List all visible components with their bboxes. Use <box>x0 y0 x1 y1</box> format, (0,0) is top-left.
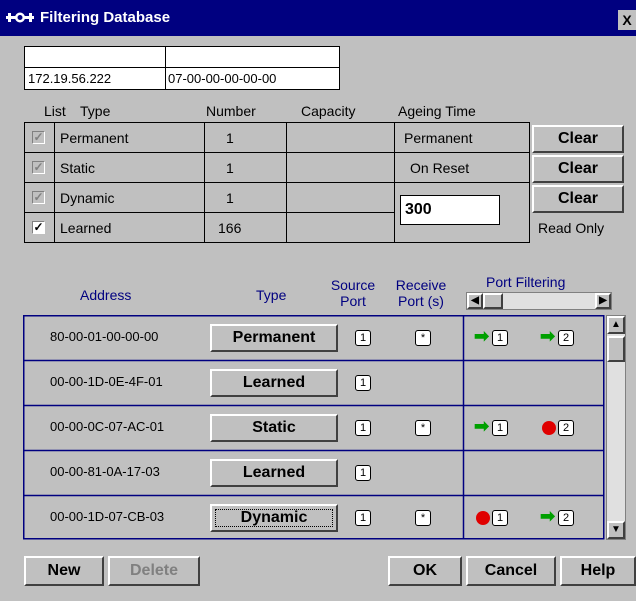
filter-port-box: 2 <box>558 330 574 346</box>
row-address: 00-00-81-0A-17-03 <box>50 464 160 479</box>
row-address: 00-00-1D-07-CB-03 <box>50 509 165 524</box>
row-address: 80-00-01-00-00-00 <box>50 329 159 344</box>
summary-ageing-static: On Reset <box>410 160 470 176</box>
row-address: 00-00-0C-07-AC-01 <box>50 419 165 434</box>
window-title: Filtering Database <box>40 9 171 26</box>
port-filtering-header: Port Filtering <box>486 274 566 290</box>
type-button-dynamic[interactable]: Dynamic <box>210 504 338 532</box>
summary-type-learned: Learned <box>60 220 112 236</box>
vscroll-thumb[interactable] <box>607 336 625 362</box>
receive-port-box: * <box>415 510 431 526</box>
port-filtering-hscroll[interactable]: ◀ ▶ <box>466 292 612 310</box>
green-arrow-icon[interactable]: ➡ <box>540 506 555 527</box>
clear-static-button[interactable]: Clear <box>532 155 624 183</box>
source-port-box: 1 <box>355 465 371 481</box>
list-checkbox-learned[interactable]: ✓ <box>32 221 45 234</box>
green-arrow-icon[interactable]: ➡ <box>540 326 555 347</box>
scroll-up-button[interactable]: ▲ <box>607 316 625 334</box>
device-info-box: 172.19.56.222 07-00-00-00-00-00 <box>24 46 340 90</box>
type-button-learned[interactable]: Learned <box>210 369 338 397</box>
new-button[interactable]: New <box>24 556 104 586</box>
summary-type-dynamic: Dynamic <box>60 190 115 206</box>
source-port-box: 1 <box>355 510 371 526</box>
delete-button[interactable]: Delete <box>108 556 200 586</box>
close-button[interactable]: X <box>618 10 636 30</box>
scroll-left-button[interactable]: ◀ <box>467 293 483 309</box>
type-button-static[interactable]: Static <box>210 414 338 442</box>
source-port-box: 1 <box>355 330 371 346</box>
summary-number-dynamic: 1 <box>226 190 234 206</box>
scroll-right-button[interactable]: ▶ <box>595 293 611 309</box>
green-arrow-icon[interactable]: ➡ <box>474 326 489 347</box>
list-checkbox-permanent[interactable]: ✓ <box>32 131 45 144</box>
receive-port-box: * <box>415 420 431 436</box>
clear-permanent-button[interactable]: Clear <box>532 125 624 153</box>
red-dot-icon[interactable] <box>476 511 490 525</box>
col-type-header: Type <box>80 103 111 119</box>
row-address: 00-00-1D-0E-4F-01 <box>50 374 163 389</box>
device-mac: 07-00-00-00-00-00 <box>168 71 277 86</box>
filter-port-box: 2 <box>558 510 574 526</box>
filter-port-box: 2 <box>558 420 574 436</box>
col-number-header: Number <box>206 103 256 119</box>
source-port-box: 1 <box>355 375 371 391</box>
scroll-down-button[interactable]: ▼ <box>607 521 625 539</box>
source-port-header: Source Port <box>330 277 376 309</box>
address-header: Address <box>80 287 132 303</box>
summary-type-static: Static <box>60 160 96 176</box>
list-checkbox-static[interactable]: ✓ <box>32 161 45 174</box>
summary-number-static: 1 <box>226 160 234 176</box>
read-only-label: Read Only <box>538 220 605 236</box>
help-button[interactable]: Help <box>560 556 636 586</box>
summary-number-learned: 166 <box>218 220 242 236</box>
clear-dynamic-button[interactable]: Clear <box>532 185 624 213</box>
summary-type-permanent: Permanent <box>60 130 129 146</box>
type-button-permanent[interactable]: Permanent <box>210 324 338 352</box>
col-ageing-header: Ageing Time <box>398 103 476 119</box>
title-bar: Filtering Database X <box>0 0 636 36</box>
receive-port-header: Receive Port (s) <box>395 277 447 309</box>
red-dot-icon[interactable] <box>542 421 556 435</box>
receive-port-box: * <box>415 330 431 346</box>
ok-button[interactable]: OK <box>388 556 462 586</box>
table-vscroll[interactable]: ▲ ▼ <box>606 315 626 540</box>
col-capacity-header: Capacity <box>301 103 356 119</box>
col-list-header: List <box>44 103 66 119</box>
filter-port-box: 1 <box>492 420 508 436</box>
filter-port-box: 1 <box>492 330 508 346</box>
ageing-time-input[interactable] <box>400 195 500 225</box>
cancel-button[interactable]: Cancel <box>466 556 556 586</box>
source-port-box: 1 <box>355 420 371 436</box>
device-ip: 172.19.56.222 <box>28 71 112 86</box>
type-button-learned[interactable]: Learned <box>210 459 338 487</box>
summary-number-permanent: 1 <box>226 130 234 146</box>
filter-port-box: 1 <box>492 510 508 526</box>
hscroll-thumb[interactable] <box>483 293 503 309</box>
type-header: Type <box>256 287 287 303</box>
app-icon <box>6 10 34 26</box>
summary-ageing-permanent: Permanent <box>404 130 473 146</box>
green-arrow-icon[interactable]: ➡ <box>474 416 489 437</box>
list-checkbox-dynamic[interactable]: ✓ <box>32 191 45 204</box>
